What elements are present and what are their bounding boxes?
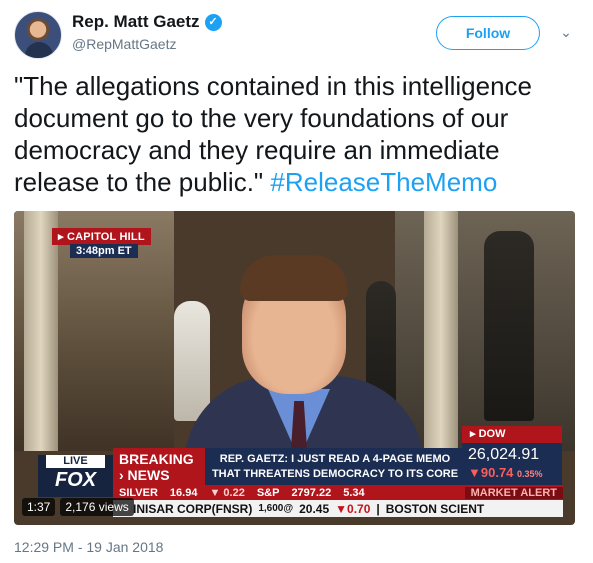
- ticker-separator: |: [376, 501, 380, 516]
- speaker-hair: [240, 255, 348, 301]
- tweet-text: "The allegations contained in this intel…: [14, 70, 584, 198]
- market-alert: MARKET ALERT: [464, 486, 563, 499]
- author-avatar[interactable]: [14, 11, 62, 59]
- video-meta: 1:37 2,176 views: [22, 498, 134, 516]
- breaking-line-2: › NEWS: [119, 467, 170, 483]
- follow-button[interactable]: Follow: [436, 16, 540, 50]
- video-duration: 1:37: [22, 498, 56, 516]
- chevron-down-icon[interactable]: ⌄: [556, 22, 576, 42]
- stock-next: BOSTON SCIENT: [385, 501, 485, 516]
- sp-value: 2797.22: [291, 486, 332, 499]
- channel-name: FOX: [54, 469, 97, 491]
- stock-change: ▼0.70: [335, 501, 371, 516]
- index-value: 26,024.91: [468, 446, 540, 463]
- video-views: 2,176 views: [60, 498, 134, 516]
- index-change-pct: 0.35%: [517, 469, 543, 479]
- background-statue: [174, 301, 210, 421]
- market-row: SILVER 16.94 ▼ 0.22 S&P 2797.22 5.34 MAR…: [113, 485, 563, 500]
- index-name: DOW: [478, 428, 506, 440]
- breaking-line-1: BREAKING: [119, 451, 194, 467]
- location-tag-text: CAPITOL HILL: [66, 231, 145, 243]
- headline-banner: REP. GAETZ: I JUST READ A 4-PAGE MEMO TH…: [205, 448, 465, 485]
- silver-price: 16.94: [169, 486, 198, 499]
- author-display-name[interactable]: Rep. Matt Gaetz: [72, 12, 200, 32]
- headline-line-2: THAT THREATENS DEMOCRACY TO ITS CORE: [211, 468, 459, 480]
- stock-price: 20.45: [299, 501, 330, 516]
- index-box: 26,024.91 ▼90.74 0.35%: [462, 443, 562, 485]
- index-change-value: ▼90.74: [468, 465, 514, 480]
- silver-change: ▼ 0.22: [209, 486, 245, 499]
- live-label: LIVE: [46, 455, 105, 468]
- hashtag-link[interactable]: #ReleaseTheMemo: [270, 167, 497, 197]
- background-statue-dark: [484, 231, 534, 421]
- headline-line-1: REP. GAETZ: I JUST READ A 4-PAGE MEMO: [219, 453, 451, 465]
- location-time: 3:48pm ET: [70, 244, 138, 258]
- background-column: [24, 211, 58, 451]
- video-player[interactable]: ▸ CAPITOL HILL 3:48pm ET LIVE FOX BREAKI…: [14, 211, 575, 525]
- tweet-timestamp[interactable]: 12:29 PM - 19 Jan 2018: [14, 539, 163, 555]
- stock-volume: 1,600@: [258, 503, 294, 514]
- author-name-row: Rep. Matt Gaetz ✓: [72, 12, 222, 32]
- sp-label: S&P: [256, 486, 280, 499]
- author-handle[interactable]: @RepMattGaetz: [72, 36, 176, 52]
- stock-name: INISAR CORP(FNSR): [133, 501, 253, 516]
- background-column: [424, 211, 458, 451]
- silver-label: SILVER: [119, 486, 158, 499]
- location-tag: ▸ CAPITOL HILL: [52, 228, 151, 245]
- breaking-news-banner: BREAKING › NEWS: [113, 448, 205, 485]
- sp-change: 5.34: [343, 486, 365, 499]
- stock-ticker-row: INISAR CORP(FNSR) 1,600@ 20.45 ▼0.70 | B…: [113, 500, 563, 517]
- index-label: ▸ DOW: [462, 426, 562, 443]
- verified-badge-icon: ✓: [204, 13, 222, 31]
- index-change: ▼90.74 0.35%: [468, 464, 556, 483]
- fox-logo: LIVE FOX: [38, 455, 113, 497]
